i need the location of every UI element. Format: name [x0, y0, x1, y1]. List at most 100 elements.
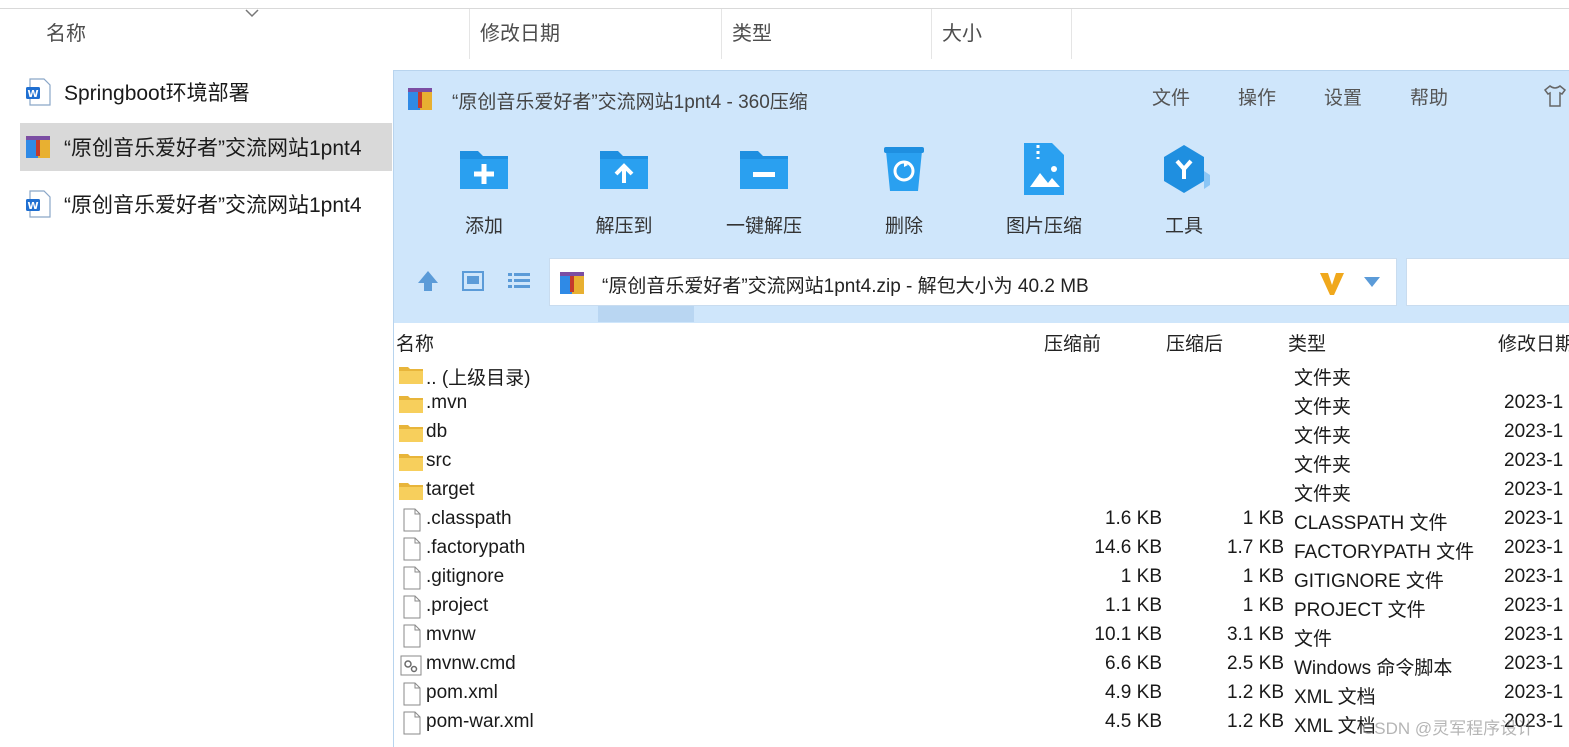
- view-list-icon[interactable]: [505, 267, 533, 295]
- column-type[interactable]: 类型: [722, 9, 932, 59]
- one-click-extract-button[interactable]: 一键解压: [714, 141, 814, 238]
- explorer-item-label: Springboot环境部署: [64, 82, 250, 105]
- svg-text:W: W: [27, 89, 38, 100]
- file-size-before: 6.6 KB: [1104, 653, 1162, 674]
- extract-to-label: 解压到: [595, 216, 653, 237]
- zip-archive-icon: [26, 136, 50, 158]
- column-size[interactable]: 大小: [932, 9, 1072, 59]
- file-name: db: [426, 421, 448, 442]
- file-name: mvnw: [426, 624, 476, 645]
- file-size-before: 10.1 KB: [1094, 624, 1162, 645]
- zip-window: “原创音乐爱好者”交流网站1pnt4 - 360压缩 文件 操作 设置 帮助 添…: [393, 70, 1569, 747]
- menu-settings[interactable]: 设置: [1324, 83, 1362, 110]
- file-type: FACTORYPATH 文件: [1294, 542, 1475, 563]
- file-type: GITIGNORE 文件: [1294, 571, 1444, 592]
- tools-hexagon-icon: [1164, 145, 1210, 193]
- file-date: 2023-1: [1504, 566, 1564, 587]
- menu-help[interactable]: 帮助: [1410, 83, 1448, 110]
- delete-button[interactable]: 删除: [854, 141, 954, 238]
- menu-operation[interactable]: 操作: [1238, 83, 1276, 110]
- file-row[interactable]: mvnw.cmd 6.6 KB 2.5 KB Windows 命令脚本 2023-1: [394, 651, 1569, 680]
- file-size-after: 1.2 KB: [1226, 682, 1284, 703]
- column-modified-date[interactable]: 修改日期: [470, 9, 722, 59]
- file-icon: [403, 595, 421, 619]
- file-name: target: [426, 479, 475, 500]
- zip-toolbar-area: “原创音乐爱好者”交流网站1pnt4 - 360压缩 文件 操作 设置 帮助 添…: [394, 71, 1569, 323]
- file-row[interactable]: target 文件夹 2023-1: [394, 477, 1569, 506]
- file-name: pom.xml: [426, 682, 498, 703]
- file-size-before: 1.1 KB: [1104, 595, 1162, 616]
- menu-file[interactable]: 文件: [1152, 83, 1190, 110]
- chevron-down-icon[interactable]: [1362, 275, 1382, 289]
- header-modified-date[interactable]: 修改日期: [1498, 329, 1569, 356]
- file-name: .. (上级目录): [426, 368, 531, 389]
- file-size-after: 1 KB: [1242, 595, 1284, 616]
- file-date: 2023-1: [1504, 421, 1564, 442]
- extract-to-button[interactable]: 解压到: [574, 141, 674, 238]
- file-size-after: 1.7 KB: [1226, 537, 1284, 558]
- file-type: XML 文档: [1294, 687, 1376, 708]
- explorer-item-springboot-doc[interactable]: W Springboot环境部署: [20, 68, 392, 116]
- file-row[interactable]: .. (上级目录) 文件夹: [394, 361, 1569, 390]
- file-row[interactable]: .mvn 文件夹 2023-1: [394, 390, 1569, 419]
- tools-label: 工具: [1164, 216, 1203, 237]
- header-type[interactable]: 类型: [1288, 329, 1326, 356]
- file-type: 文件夹: [1294, 455, 1352, 476]
- file-size-before: 4.5 KB: [1104, 711, 1162, 732]
- folder-icon: [399, 483, 423, 500]
- explorer-item-doc[interactable]: W “原创音乐爱好者”交流网站1pnt4: [20, 180, 392, 228]
- file-date: 2023-1: [1504, 479, 1564, 500]
- search-input[interactable]: [1406, 258, 1569, 306]
- file-row[interactable]: mvnw 10.1 KB 3.1 KB 文件 2023-1: [394, 622, 1569, 651]
- file-date: 2023-1: [1504, 624, 1564, 645]
- file-type: 文件夹: [1294, 397, 1352, 418]
- column-name[interactable]: 名称: [36, 9, 470, 59]
- tools-button[interactable]: 工具: [1134, 141, 1234, 238]
- file-date: 2023-1: [1504, 450, 1564, 471]
- file-type: 文件夹: [1294, 368, 1352, 389]
- recycle-bin-icon: [884, 147, 924, 191]
- file-type: 文件夹: [1294, 426, 1352, 447]
- extract-folder-icon: [600, 151, 648, 189]
- zip-archive-icon: [560, 272, 584, 294]
- explorer-item-label: “原创音乐爱好者”交流网站1pnt4: [64, 194, 362, 217]
- watermark: CSDN @灵军程序设计: [1362, 719, 1535, 738]
- file-size-before: 4.9 KB: [1104, 682, 1162, 703]
- folder-icon: [399, 396, 423, 413]
- up-arrow-icon[interactable]: [414, 267, 442, 295]
- toolbar-scroll-indicator: [598, 306, 694, 322]
- file-size-before: 1.6 KB: [1104, 508, 1162, 529]
- file-size-after: 1 KB: [1242, 508, 1284, 529]
- file-name: .classpath: [426, 508, 512, 529]
- file-row[interactable]: pom.xml 4.9 KB 1.2 KB XML 文档 2023-1: [394, 680, 1569, 709]
- file-type: 文件: [1294, 629, 1333, 650]
- file-row[interactable]: .factorypath 14.6 KB 1.7 KB FACTORYPATH 文件 2…: [394, 535, 1569, 564]
- header-name[interactable]: 名称: [396, 329, 434, 356]
- file-row[interactable]: .project 1.1 KB 1 KB PROJECT 文件 2023-1: [394, 593, 1569, 622]
- file-size-after: 1 KB: [1242, 566, 1284, 587]
- file-row[interactable]: src 文件夹 2023-1: [394, 448, 1569, 477]
- folder-icon: [399, 425, 423, 442]
- image-compress-icon: [1024, 143, 1064, 195]
- file-row[interactable]: .classpath 1.6 KB 1 KB CLASSPATH 文件 2023-1: [394, 506, 1569, 535]
- file-size-before: 14.6 KB: [1094, 537, 1162, 558]
- explorer-column-header: 名称 修改日期 类型 大小: [0, 8, 1569, 59]
- address-bar[interactable]: “原创音乐爱好者”交流网站1pnt4.zip - 解包大小为 40.2 MB: [549, 258, 1397, 306]
- v-logo-icon[interactable]: [1318, 269, 1346, 297]
- explorer-item-zip-archive[interactable]: “原创音乐爱好者”交流网站1pnt4: [20, 123, 392, 171]
- cmd-script-icon: [400, 655, 422, 676]
- file-size-before: 1 KB: [1120, 566, 1162, 587]
- image-compress-button[interactable]: 图片压缩: [994, 141, 1094, 238]
- file-date: 2023-1: [1504, 653, 1564, 674]
- window-title: “原创音乐爱好者”交流网站1pnt4 - 360压缩: [452, 92, 808, 113]
- file-date: 2023-1: [1504, 682, 1564, 703]
- file-row[interactable]: db 文件夹 2023-1: [394, 419, 1569, 448]
- header-after-size[interactable]: 压缩后: [1166, 329, 1223, 356]
- file-icon: [403, 566, 421, 590]
- file-row[interactable]: .gitignore 1 KB 1 KB GITIGNORE 文件 2023-1: [394, 564, 1569, 593]
- file-date: 2023-1: [1504, 537, 1564, 558]
- view-thumbnail-icon[interactable]: [459, 267, 487, 295]
- header-before-size[interactable]: 压缩前: [1044, 329, 1101, 356]
- add-button[interactable]: 添加: [434, 141, 534, 238]
- skin-shirt-icon[interactable]: [1542, 83, 1568, 109]
